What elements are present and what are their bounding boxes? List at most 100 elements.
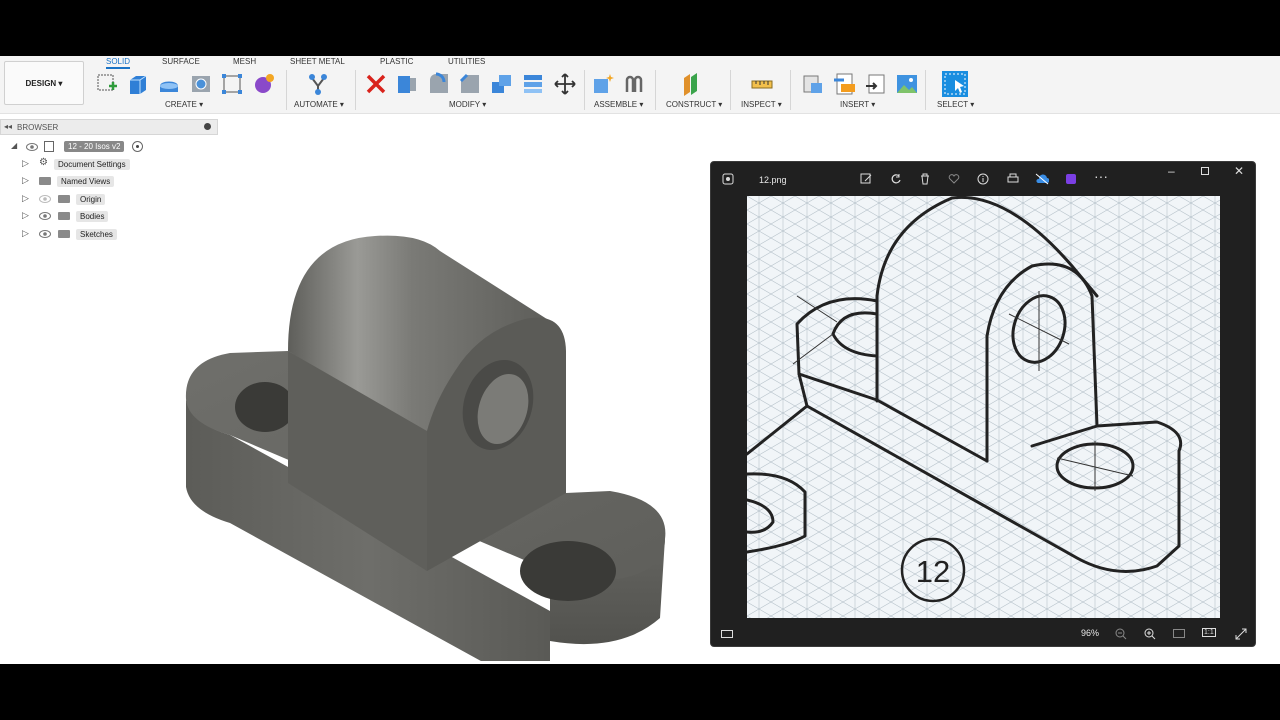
info-icon[interactable] [977,173,989,185]
measure-icon[interactable] [750,72,774,96]
base-hole-left [235,382,295,432]
folder-icon [58,230,70,238]
delete-trash-icon[interactable] [919,173,931,185]
tree-item-label: Document Settings [54,159,130,170]
move-icon[interactable] [553,72,577,96]
toolbar-divider [286,70,287,110]
modify-group-label[interactable]: MODIFY ▾ [449,100,486,109]
3d-model-viewport[interactable] [170,171,680,661]
activate-radio-icon[interactable] [132,141,143,152]
photos-app-icon [722,173,734,185]
form-icon[interactable] [252,72,276,96]
edit-image-icon[interactable] [860,173,872,185]
toolbar-divider [355,70,356,110]
browser-item-document-settings[interactable]: ▷ ⚙ Document Settings [22,157,142,171]
create-group-label[interactable]: CREATE ▾ [165,100,203,109]
more-options-icon[interactable]: ··· [1094,168,1108,184]
tab-plastic[interactable]: PLASTIC [380,57,413,66]
chamfer-icon[interactable] [458,72,482,96]
revolve-icon[interactable] [157,72,181,96]
visibility-eye-icon[interactable] [26,142,38,152]
fillet-icon[interactable] [427,72,451,96]
insert-derive-icon[interactable] [801,72,825,96]
select-icon[interactable] [941,70,969,98]
pattern-icon[interactable] [220,72,244,96]
browser-item-named-views[interactable]: ▷ Named Views [22,174,142,188]
zoom-in-icon[interactable] [1144,628,1156,640]
browser-panel-header: ◂◂ BROWSER [0,119,218,135]
browser-item-origin[interactable]: ▷ Origin [22,192,142,206]
ribbon-toolbar: DESIGN ▾ SOLID SURFACE MESH SHEET METAL … [0,56,1280,114]
tab-utilities[interactable]: UTILITIES [448,57,485,66]
insert-mesh-icon[interactable] [864,72,888,96]
rotate-icon[interactable] [890,173,902,185]
expand-arrow-icon[interactable]: ▷ [22,228,29,239]
hole-icon[interactable] [189,72,213,96]
toolbar-divider [730,70,731,110]
toolbar-divider [925,70,926,110]
print-icon[interactable] [1007,173,1019,185]
tab-solid[interactable]: SOLID [106,57,131,69]
delete-icon[interactable] [364,72,388,96]
onedrive-cloud-icon[interactable] [1035,173,1049,185]
fit-to-window-icon[interactable] [1173,629,1185,638]
expand-arrow-icon[interactable]: ▷ [22,210,29,221]
toolbar-divider [584,70,585,110]
clipchamp-icon[interactable] [1065,173,1077,185]
collapse-arrow-icon[interactable]: ◢ [11,141,17,150]
canvas-image-icon[interactable] [895,72,919,96]
joint-icon[interactable] [622,72,646,96]
offset-plane-icon[interactable] [681,72,705,96]
toolbar-divider [790,70,791,110]
tree-item-label: Origin [76,194,106,205]
insert-group-label[interactable]: INSERT ▾ [840,100,875,109]
tab-surface[interactable]: SURFACE [162,57,200,66]
inspect-group-label[interactable]: INSPECT ▾ [741,100,782,109]
expand-arrow-icon[interactable]: ▷ [22,193,29,204]
tree-item-label: Bodies [76,211,109,222]
folder-icon [58,195,70,203]
new-component-icon[interactable] [591,72,615,96]
combine-icon[interactable] [521,72,545,96]
close-icon[interactable]: ✕ [1234,164,1244,178]
folder-icon [58,212,70,220]
assemble-group-label[interactable]: ASSEMBLE ▾ [594,100,643,109]
visibility-eye-icon[interactable] [39,229,51,239]
expand-arrow-icon[interactable]: ▷ [22,175,29,186]
browser-item-sketches[interactable]: ▷ Sketches [22,227,142,241]
document-icon [44,141,54,152]
press-pull-icon[interactable] [395,72,419,96]
workspace-switcher-button[interactable]: DESIGN ▾ [4,61,84,105]
construct-group-label[interactable]: CONSTRUCT ▾ [666,100,722,109]
tab-sheet-metal[interactable]: SHEET METAL [290,57,345,66]
browser-root-item[interactable]: ◢ 12 - 20 Isos v2 [8,140,148,154]
create-sketch-icon[interactable] [95,72,119,96]
favorite-heart-icon[interactable] [948,173,960,185]
toolbar-divider [655,70,656,110]
hidden-eye-icon[interactable] [39,194,51,204]
filmstrip-icon[interactable] [721,630,733,638]
document-name-label: 12 - 20 Isos v2 [64,141,125,152]
maximize-icon[interactable] [1201,167,1209,175]
visibility-eye-icon[interactable] [39,211,51,221]
fullscreen-icon[interactable] [1235,628,1247,640]
displayed-image[interactable]: 12 [747,196,1220,618]
minimize-icon[interactable]: – [1168,164,1175,178]
figure-number-label: 12 [916,554,950,589]
expand-arrow-icon[interactable]: ▷ [22,158,29,169]
collapse-panel-icon[interactable]: ◂◂ [4,122,12,131]
automate-group-label[interactable]: AUTOMATE ▾ [294,100,344,109]
extrude-icon[interactable] [126,72,150,96]
folder-icon [39,177,51,185]
insert-svg-icon[interactable] [833,72,857,96]
browser-item-bodies[interactable]: ▷ Bodies [22,209,142,223]
actual-size-icon[interactable]: 1:1 [1202,628,1216,637]
automate-icon[interactable] [306,72,330,96]
tab-mesh[interactable]: MESH [233,57,256,66]
select-group-label[interactable]: SELECT ▾ [937,100,974,109]
zoom-out-icon[interactable] [1115,628,1127,640]
base-hole-right [520,541,616,601]
pin-icon[interactable] [204,123,211,130]
photos-viewer-window[interactable]: 12.png ··· – ✕ 12 96% 1:1 [710,161,1256,647]
shell-icon[interactable] [490,72,514,96]
